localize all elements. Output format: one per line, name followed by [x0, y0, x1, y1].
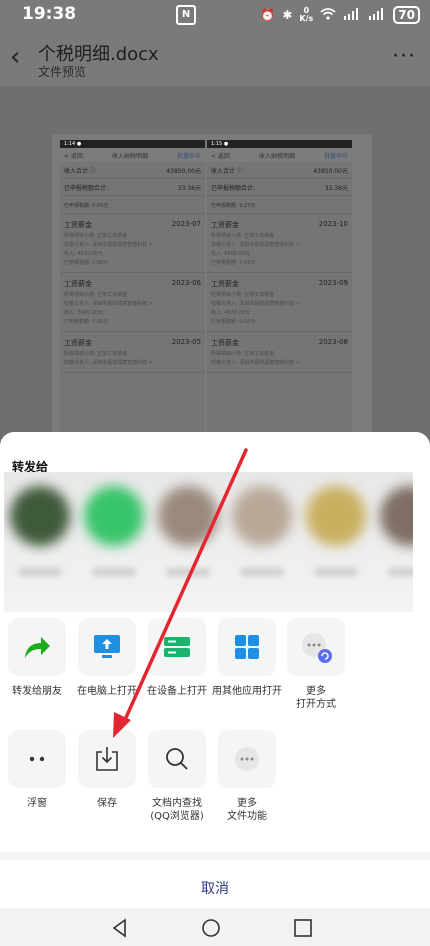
network-speed: 0 K/s	[299, 6, 314, 23]
battery-indicator: 70	[393, 6, 420, 24]
shot-income-row: 收入合计 ⓘ 43850.00元	[207, 162, 352, 179]
avatar	[380, 486, 413, 546]
more-file-functions-label: 更多 文件功能	[227, 798, 267, 822]
nav-recents-icon[interactable]	[293, 918, 313, 938]
shot-back: < 返回	[64, 152, 83, 160]
shot-tax-row: 已申报税额合计: 33.38元	[207, 179, 352, 196]
save-label: 保存	[97, 798, 117, 809]
nav-home-icon[interactable]	[201, 918, 221, 938]
shot-entry: 工资薪金 2023-08 所得项目小类: 正常工资薪金 扣缴义务人: 深圳市嘉祥润…	[207, 332, 352, 373]
shot-title: 收入纳税明细	[111, 152, 148, 160]
float-window-button[interactable]	[8, 730, 66, 788]
shot-partial: 已申报税额: 9.27元	[207, 196, 352, 214]
bluetooth-icon: ✱	[282, 8, 293, 22]
shot-entry: 工资薪金 2023-06 所得项目小类: 正常工资薪金 扣缴义务人: 深圳市嘉祥润…	[60, 273, 205, 332]
more-icon[interactable]: ···	[392, 44, 416, 69]
signal-icon	[343, 7, 361, 23]
share-sheet: 转发给 转发给朋友 在电脑上打开 在设备上打开 用其他应用打开 更多 打开方式 …	[0, 432, 430, 908]
shot-entry: 工资薪金 2023-07 所得项目小类: 正常工资薪金 扣缴义务人: 深圳市嘉祥润…	[60, 214, 205, 273]
document-page: 1:14 ● < 返回 收入纳税明细 批量申诉 收入合计 ⓘ 43850.00元 …	[52, 134, 372, 454]
float-window-icon	[29, 756, 45, 762]
open-with-other-app-button[interactable]	[218, 618, 276, 676]
float-window-label: 浮窗	[27, 798, 47, 809]
contact-item[interactable]	[300, 472, 372, 612]
save-button[interactable]	[78, 730, 136, 788]
nav-back-icon[interactable]	[110, 918, 130, 938]
header: ‹ 个税明细.docx 文件预览 ···	[0, 30, 430, 86]
open-on-device-label: 在设备上打开	[147, 686, 207, 697]
open-with-other-app-label: 用其他应用打开	[212, 686, 282, 697]
shot-nav: < 返回 收入纳税明细 批量申诉	[60, 148, 205, 162]
shot-tax-row: 已申报税额合计: 33.38元	[60, 179, 205, 196]
shot-entry: 工资薪金 2023-09 所得项目小类: 正常工资薪金 扣缴义务人: 深圳市嘉祥润…	[207, 273, 352, 332]
shot-entry: 工资薪金 2023-05 所得项目小类: 正常工资薪金 扣缴义务人: 深圳市嘉祥润…	[60, 332, 205, 373]
share-arrow-icon	[25, 637, 50, 658]
page-subtitle: 文件预览	[38, 65, 87, 79]
shot-status: 1:14 ●	[60, 140, 205, 148]
alarm-icon: ⏰	[260, 8, 276, 22]
shot-status: 1:15 ●	[207, 140, 352, 148]
more-open-methods-label: 更多 打开方式	[296, 686, 336, 710]
avatar	[232, 486, 292, 546]
avatar	[158, 486, 218, 546]
shot-entry: 工资薪金 2023-10 所得项目小类: 正常工资薪金 扣缴义务人: 深圳市嘉祥润…	[207, 214, 352, 273]
nfc-icon: N	[176, 5, 196, 25]
open-on-device-button[interactable]	[148, 618, 206, 676]
embedded-screenshot: 1:14 ● < 返回 收入纳税明细 批量申诉 收入合计 ⓘ 43850.00元 …	[60, 140, 205, 450]
forward-to-friend-button[interactable]	[8, 618, 66, 676]
more-file-functions-button[interactable]	[218, 730, 276, 788]
save-download-icon	[96, 747, 118, 771]
avatar	[10, 486, 70, 546]
cancel-button[interactable]: 取消	[0, 852, 430, 916]
status-time: 19:38	[22, 4, 77, 24]
shot-nav: < 返回 收入纳税明细 批量申诉	[207, 148, 352, 162]
contact-item[interactable]	[78, 472, 150, 612]
contact-item[interactable]	[226, 472, 298, 612]
chevron-left-icon[interactable]: ‹	[10, 42, 20, 72]
status-bar: 19:38 N ⏰ ✱ 0 K/s 70	[0, 0, 430, 30]
shot-income-row: 收入合计 ⓘ 43850.00元	[60, 162, 205, 179]
find-in-document-button[interactable]	[148, 730, 206, 788]
signal-icon	[368, 7, 386, 23]
more-file-icon	[235, 747, 259, 771]
find-in-document-label: 文档内查找 (QQ浏览器)	[150, 798, 204, 822]
shot-back: < 返回	[211, 152, 230, 160]
contact-item[interactable]	[4, 472, 76, 612]
open-on-computer-label: 在电脑上打开	[77, 686, 137, 697]
status-icons: ⏰ ✱ 0 K/s 70	[260, 6, 420, 24]
more-open-methods-button[interactable]	[287, 618, 345, 676]
contact-carousel[interactable]	[4, 472, 413, 612]
shot-partial: 已申报税额: 0.00元	[60, 196, 205, 214]
system-nav-bar	[0, 908, 430, 946]
avatar	[306, 486, 366, 546]
document-preview[interactable]: 1:14 ● < 返回 收入纳税明细 批量申诉 收入合计 ⓘ 43850.00元 …	[0, 86, 430, 454]
more-open-icon	[302, 633, 332, 663]
shot-title: 收入纳税明细	[258, 152, 295, 160]
contact-item[interactable]	[152, 472, 224, 612]
avatar	[84, 486, 144, 546]
monitor-upload-icon	[94, 635, 120, 658]
apps-grid-icon	[235, 635, 259, 659]
shot-action: 批量申诉	[323, 152, 348, 160]
shot-action: 批量申诉	[176, 152, 201, 160]
device-icon	[164, 637, 190, 657]
wifi-icon	[320, 7, 336, 23]
open-on-computer-button[interactable]	[78, 618, 136, 676]
contact-item[interactable]	[374, 472, 413, 612]
search-icon	[166, 748, 188, 770]
embedded-screenshot: 1:15 ● < 返回 收入纳税明细 批量申诉 收入合计 ⓘ 43850.00元 …	[207, 140, 352, 450]
forward-to-friend-label: 转发给朋友	[12, 686, 62, 697]
